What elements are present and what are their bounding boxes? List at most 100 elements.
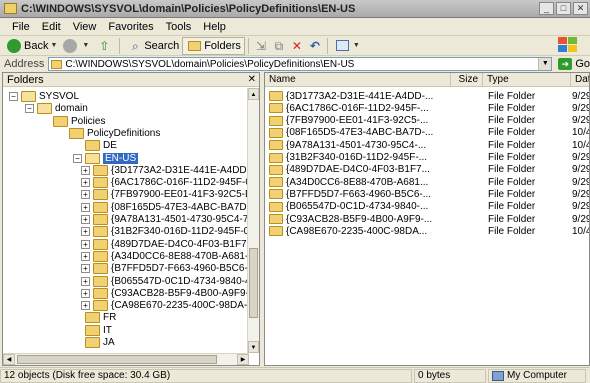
copy-to-icon[interactable]: ⧉ <box>272 39 286 53</box>
folders-button[interactable]: Folders <box>182 36 245 55</box>
move-to-icon[interactable]: ⇲ <box>254 39 268 53</box>
column-header-type[interactable]: Type <box>483 73 571 87</box>
column-header-date[interactable]: Date M <box>571 73 589 87</box>
list-item[interactable]: {CA98E670-2235-400C-98DA... File Folder 10… <box>265 225 589 237</box>
expand-icon[interactable]: + <box>81 178 90 188</box>
undo-icon[interactable]: ↶ <box>308 39 322 53</box>
tree-item[interactable]: IT <box>73 324 112 337</box>
tree-item[interactable]: + {B065547D-0C1D-4734-9840-4B15D1 <box>81 275 249 288</box>
tree-item[interactable]: + {C93ACB28-B5F9-4B00-A9F9-AD8A0E <box>81 287 249 300</box>
address-input[interactable]: C:\WINDOWS\SYSVOL\domain\Policies\Policy… <box>48 57 553 71</box>
folder-icon <box>93 226 108 238</box>
expand-icon[interactable]: + <box>81 165 90 175</box>
close-button[interactable]: ✕ <box>573 2 588 15</box>
file-name: {C93ACB28-B5F9-4B00-A9F9-... <box>286 213 433 225</box>
list-item[interactable]: {9A78A131-4501-4730-95C4-... File Folder 1… <box>265 139 589 151</box>
menu-tools[interactable]: Tools <box>160 21 198 33</box>
list-item[interactable]: {C93ACB28-B5F9-4B00-A9F9-... File Folder 9… <box>265 213 589 225</box>
expand-icon[interactable]: + <box>81 301 90 311</box>
tree-item[interactable]: JA <box>73 336 115 349</box>
tree-item[interactable]: − domain <box>25 102 88 115</box>
expand-icon[interactable]: + <box>81 215 90 224</box>
expand-icon[interactable]: + <box>81 239 90 249</box>
tree-item[interactable]: Policies <box>41 115 105 128</box>
folder-icon <box>269 164 283 175</box>
forward-button[interactable]: ▼ <box>60 37 92 55</box>
tree-horizontal-scrollbar[interactable]: ◀ ▶ <box>3 353 249 365</box>
minimize-button[interactable]: _ <box>539 2 554 15</box>
tree-item[interactable]: + {CA98E670-2235-400C-98DA-58D6A6 <box>81 299 249 312</box>
up-button[interactable]: ⇧ <box>92 37 116 55</box>
menu-file[interactable]: File <box>6 21 36 33</box>
column-header-size[interactable]: Size <box>451 73 483 87</box>
tree-item[interactable]: PolicyDefinitions <box>57 127 160 140</box>
tree-item-label: {B065547D-0C1D-4734-9840-4B15D1 <box>111 275 249 287</box>
tree-item-label: IT <box>103 324 112 336</box>
collapse-icon[interactable]: − <box>25 104 34 114</box>
list-item[interactable]: {31B2F340-016D-11D2-945F-... File Folder 9… <box>265 152 589 164</box>
list-item[interactable]: {B065547D-0C1D-4734-9840-... File Folder 9… <box>265 201 589 213</box>
list-item[interactable]: {7FB97900-EE01-41F3-92C5-... File Folder 9… <box>265 115 589 127</box>
tree-item[interactable]: + {31B2F340-016D-11D2-945F-00C04FE <box>81 225 249 238</box>
back-label: Back <box>24 39 49 52</box>
tree-item[interactable]: + {B7FFD5D7-F663-4960-B5C6-E1AB35 <box>81 262 249 275</box>
list-item[interactable]: {B7FFD5D7-F663-4960-B5C6-... File Folder 9… <box>265 188 589 200</box>
search-button[interactable]: ⌕ Search <box>123 37 182 55</box>
menu-help[interactable]: Help <box>197 21 232 33</box>
list-item[interactable]: {A34D0CC6-8E88-470B-A681... File Folder 9/… <box>265 176 589 188</box>
tree-item-label: {A34D0CC6-8E88-470B-A681-B07AEE <box>111 250 249 262</box>
tree-vertical-scrollbar[interactable]: ▲ ▼ <box>247 88 259 353</box>
maximize-button[interactable]: □ <box>556 2 571 15</box>
list-item[interactable]: {3D1773A2-D31E-441E-A4DD-... File Folder 9… <box>265 90 589 102</box>
scroll-down-icon[interactable]: ▼ <box>248 341 259 353</box>
views-button[interactable]: ▼ <box>331 37 363 55</box>
menu-edit[interactable]: Edit <box>36 21 67 33</box>
file-date-modified: 9/29/2 <box>572 188 589 200</box>
scroll-right-icon[interactable]: ▶ <box>237 354 249 365</box>
tree-item[interactable]: + {7FB97900-EE01-41F3-92C5-D64EC6 <box>81 188 249 201</box>
tree-item[interactable]: + {A34D0CC6-8E88-470B-A681-B07AEE <box>81 250 249 263</box>
list-item[interactable]: {08F165D5-47E3-4ABC-BA7D-... File Folder 1… <box>265 127 589 139</box>
column-header-name[interactable]: Name <box>265 73 451 87</box>
tree-item-label: DE <box>103 140 117 152</box>
tree-item[interactable]: + {6AC1786C-016F-11D2-945F-00C04fE <box>81 176 249 189</box>
scroll-up-icon[interactable]: ▲ <box>248 88 259 100</box>
expand-icon[interactable]: + <box>81 276 90 286</box>
toolbar-separator <box>119 37 121 54</box>
collapse-icon[interactable]: − <box>9 92 18 101</box>
delete-icon[interactable]: ✕ <box>290 39 304 53</box>
tree-item[interactable]: − SYSVOL <box>9 90 79 103</box>
scroll-left-icon[interactable]: ◀ <box>3 354 15 365</box>
tree-item[interactable]: + {08F165D5-47E3-4ABC-BA7D-07CACE <box>81 201 249 214</box>
close-icon[interactable]: ✕ <box>248 74 256 85</box>
collapse-icon[interactable]: − <box>73 153 82 163</box>
list-item[interactable]: {489D7DAE-D4C0-4F03-B1F7... File Folder 9/… <box>265 164 589 176</box>
go-button[interactable]: ➜ Go <box>558 58 590 70</box>
tree-item[interactable]: + {9A78A131-4501-4730-95C4-70B31C <box>81 213 249 226</box>
expand-icon[interactable]: + <box>81 288 90 298</box>
menu-view[interactable]: View <box>67 21 103 33</box>
chevron-down-icon[interactable]: ▼ <box>538 58 552 70</box>
scroll-thumb[interactable] <box>249 248 258 318</box>
expand-icon[interactable]: + <box>81 202 90 212</box>
folders-label: Folders <box>204 39 241 52</box>
tree-item[interactable]: FR <box>73 311 116 324</box>
scroll-thumb[interactable] <box>17 355 217 364</box>
expand-icon[interactable]: + <box>81 190 90 200</box>
back-button[interactable]: Back ▼ <box>4 37 60 55</box>
file-name: {6AC1786C-016F-11D2-945F-... <box>286 102 429 114</box>
tree-item[interactable]: + {3D1773A2-D31E-441E-A4DD-665C18 <box>81 164 249 177</box>
tree-item[interactable]: DE <box>73 139 117 152</box>
tree-item-label: {31B2F340-016D-11D2-945F-00C04FE <box>111 226 249 238</box>
tree-item[interactable]: − EN-US <box>73 152 139 165</box>
window-controls: _ □ ✕ <box>539 2 588 15</box>
tree-item-label: {B7FFD5D7-F663-4960-B5C6-E1AB35 <box>111 263 249 275</box>
list-item[interactable]: {6AC1786C-016F-11D2-945F-... File Folder 9… <box>265 102 589 114</box>
file-date-modified: 10/4/2 <box>572 139 589 151</box>
tree-item[interactable]: + {489D7DAE-D4C0-4F03-B1F7-C63A94 <box>81 238 249 251</box>
expand-icon[interactable]: + <box>81 264 90 274</box>
search-label: Search <box>144 39 180 52</box>
expand-icon[interactable]: + <box>81 227 90 237</box>
expand-icon[interactable]: + <box>81 251 90 261</box>
menu-favorites[interactable]: Favorites <box>102 21 159 33</box>
